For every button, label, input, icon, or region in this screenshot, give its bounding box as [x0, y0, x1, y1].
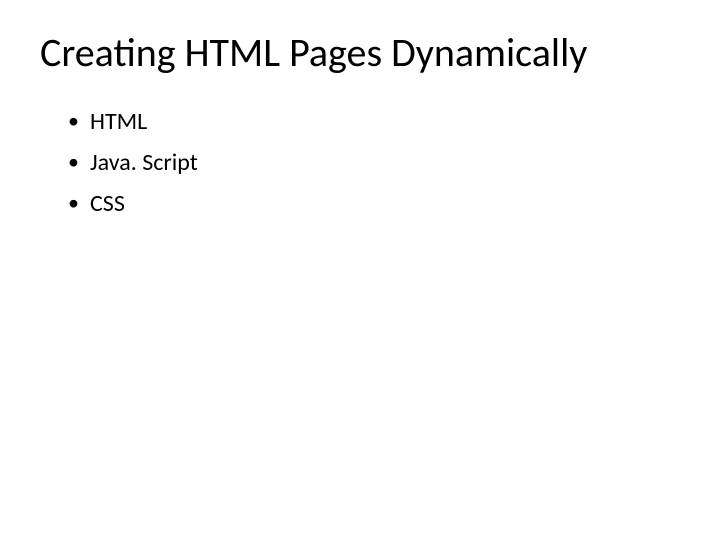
slide-title: Creating HTML Pages Dynamically — [40, 28, 680, 77]
list-item: CSS — [68, 187, 680, 222]
bullet-text: Java. Script — [90, 148, 198, 177]
bullet-list: HTML Java. Script CSS — [40, 105, 680, 221]
bullet-text: CSS — [90, 189, 125, 218]
list-item: HTML — [68, 105, 680, 140]
slide: Creating HTML Pages Dynamically HTML Jav… — [0, 0, 720, 540]
list-item: Java. Script — [68, 146, 680, 181]
bullet-text: HTML — [90, 107, 147, 136]
